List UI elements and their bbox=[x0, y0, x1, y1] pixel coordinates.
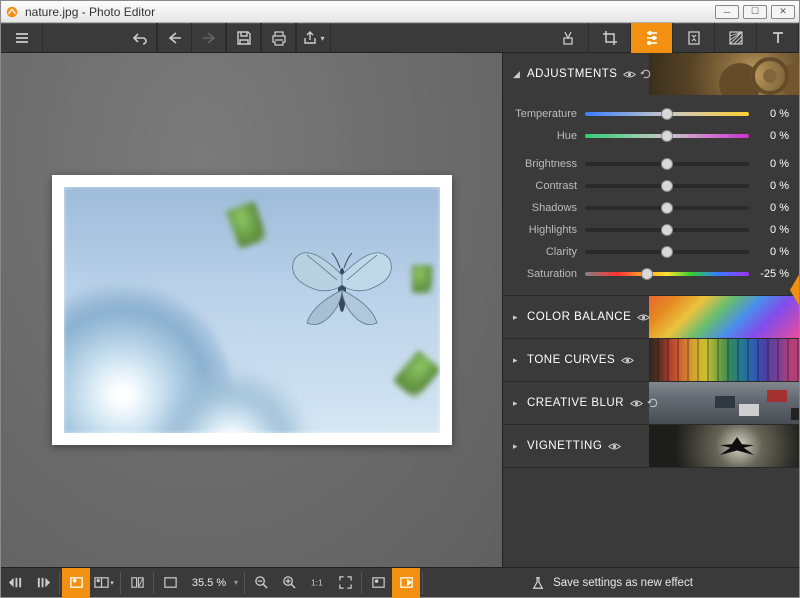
single-view-button[interactable] bbox=[62, 568, 90, 598]
chevron-right-icon: ▸ bbox=[513, 312, 523, 323]
section-tone-curves-header[interactable]: ▸ TONE CURVES bbox=[503, 339, 799, 381]
compare-view-button[interactable]: ▾ bbox=[90, 568, 118, 598]
shadows-value: 0 % bbox=[749, 202, 789, 214]
zoom-in-button[interactable] bbox=[275, 568, 303, 598]
canvas[interactable] bbox=[1, 53, 502, 567]
chevron-right-icon: ▸ bbox=[513, 398, 523, 409]
eye-icon[interactable] bbox=[623, 68, 636, 81]
section-creative-blur-header[interactable]: ▸ CREATIVE BLUR bbox=[503, 382, 799, 424]
shadows-label: Shadows bbox=[513, 202, 585, 214]
section-adjustments-header[interactable]: ◢ ADJUSTMENTS bbox=[503, 53, 799, 95]
titlebar: nature.jpg - Photo Editor ─ ☐ ✕ bbox=[1, 1, 799, 23]
brightness-slider[interactable] bbox=[585, 162, 749, 166]
brightness-label: Brightness bbox=[513, 158, 585, 170]
app-icon bbox=[5, 5, 19, 19]
clarity-slider[interactable] bbox=[585, 250, 749, 254]
window-title: nature.jpg - Photo Editor bbox=[25, 5, 155, 19]
reset-icon[interactable] bbox=[640, 68, 652, 80]
section-vignetting-header[interactable]: ▸ VIGNETTING bbox=[503, 425, 799, 467]
saturation-value: -25 % bbox=[749, 268, 789, 280]
hue-value: 0 % bbox=[749, 130, 789, 142]
adjustments-sliders: Temperature 0 % Hue 0 % Brightness 0 % bbox=[503, 95, 799, 295]
eye-icon[interactable] bbox=[608, 440, 621, 453]
hue-label: Hue bbox=[513, 130, 585, 142]
eye-icon[interactable] bbox=[637, 311, 650, 324]
temperature-value: 0 % bbox=[749, 108, 789, 120]
eye-icon[interactable] bbox=[630, 397, 643, 410]
adjustments-panel: ◢ ADJUSTMENTS Temperature 0 % Hue bbox=[502, 53, 799, 567]
chevron-right-icon: ▸ bbox=[513, 355, 523, 366]
contrast-label: Contrast bbox=[513, 180, 585, 192]
section-color-balance-label: COLOR BALANCE bbox=[527, 311, 631, 323]
highlights-label: Highlights bbox=[513, 224, 585, 236]
shadows-slider[interactable] bbox=[585, 206, 749, 210]
save-as-effect-label: Save settings as new effect bbox=[553, 577, 693, 589]
reset-icon[interactable] bbox=[647, 397, 659, 409]
menu-button[interactable] bbox=[1, 23, 43, 53]
tab-adjustments[interactable] bbox=[631, 23, 673, 53]
tab-layers[interactable] bbox=[673, 23, 715, 53]
section-tone-curves-label: TONE CURVES bbox=[527, 354, 615, 366]
section-adjustments-label: ADJUSTMENTS bbox=[527, 68, 617, 80]
brightness-value: 0 % bbox=[749, 158, 789, 170]
chevron-right-icon: ▸ bbox=[513, 441, 523, 452]
apply-button[interactable] bbox=[392, 568, 420, 598]
top-toolbar: ▾ bbox=[1, 23, 799, 53]
undo-button[interactable] bbox=[123, 23, 157, 53]
flask-icon bbox=[531, 576, 545, 590]
histogram-button[interactable] bbox=[123, 568, 151, 598]
zoom-out-button[interactable] bbox=[247, 568, 275, 598]
tab-effects[interactable] bbox=[547, 23, 589, 53]
next-image-button[interactable] bbox=[29, 568, 57, 598]
tab-text[interactable] bbox=[757, 23, 799, 53]
save-button[interactable] bbox=[227, 23, 261, 53]
temperature-label: Temperature bbox=[513, 108, 585, 120]
section-color-balance-header[interactable]: ▸ COLOR BALANCE bbox=[503, 296, 799, 338]
save-as-effect-button[interactable]: Save settings as new effect bbox=[425, 576, 799, 590]
saturation-slider[interactable] bbox=[585, 272, 749, 276]
print-button[interactable] bbox=[262, 23, 296, 53]
temperature-slider[interactable] bbox=[585, 112, 749, 116]
back-button[interactable] bbox=[158, 23, 192, 53]
clarity-label: Clarity bbox=[513, 246, 585, 258]
fullscreen-button[interactable] bbox=[331, 568, 359, 598]
prev-image-button[interactable] bbox=[1, 568, 29, 598]
maximize-button[interactable]: ☐ bbox=[743, 5, 767, 19]
fit-zoom-button[interactable] bbox=[156, 568, 184, 598]
minimize-button[interactable]: ─ bbox=[715, 5, 739, 19]
chevron-down-icon: ◢ bbox=[513, 69, 523, 80]
highlights-slider[interactable] bbox=[585, 228, 749, 232]
forward-button[interactable] bbox=[192, 23, 226, 53]
section-vignetting-label: VIGNETTING bbox=[527, 440, 602, 452]
clarity-value: 0 % bbox=[749, 246, 789, 258]
photo-preview bbox=[52, 175, 452, 445]
export-button[interactable]: ▾ bbox=[297, 23, 331, 53]
svg-text:1:1: 1:1 bbox=[310, 577, 322, 587]
hue-slider[interactable] bbox=[585, 134, 749, 138]
close-button[interactable]: ✕ bbox=[771, 5, 795, 19]
highlights-value: 0 % bbox=[749, 224, 789, 236]
saturation-label: Saturation bbox=[513, 268, 585, 280]
footer-toolbar: ▾ 35.5 % ▾ 1:1 Save settings as new effe… bbox=[1, 567, 799, 597]
zoom-dropdown-icon[interactable]: ▾ bbox=[234, 578, 242, 587]
tab-crop[interactable] bbox=[589, 23, 631, 53]
tab-texture[interactable] bbox=[715, 23, 757, 53]
before-after-button[interactable] bbox=[364, 568, 392, 598]
zoom-level: 35.5 % bbox=[184, 577, 234, 589]
zoom-1to1-button[interactable]: 1:1 bbox=[303, 568, 331, 598]
eye-icon[interactable] bbox=[621, 354, 634, 367]
contrast-value: 0 % bbox=[749, 180, 789, 192]
contrast-slider[interactable] bbox=[585, 184, 749, 188]
section-creative-blur-label: CREATIVE BLUR bbox=[527, 397, 624, 409]
